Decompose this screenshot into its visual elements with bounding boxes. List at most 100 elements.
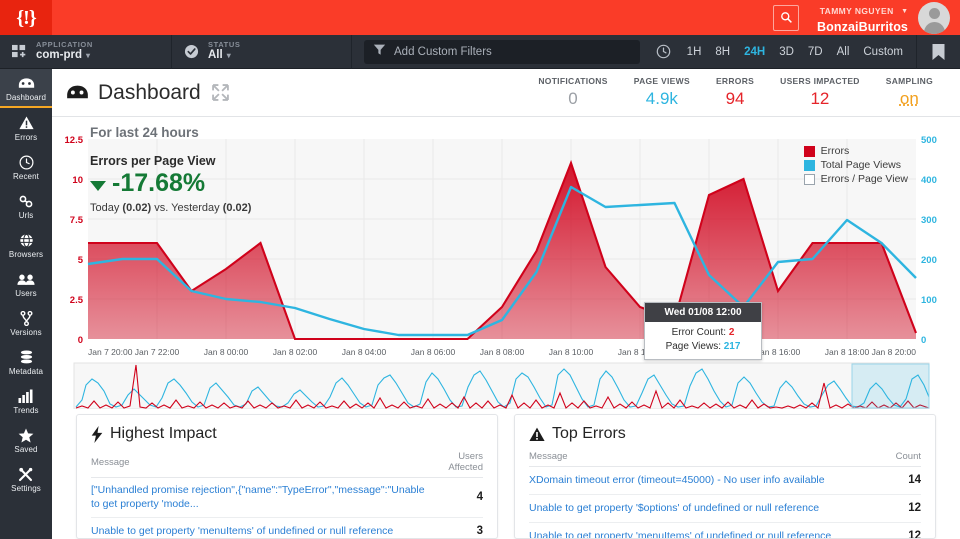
time-range-24h[interactable]: 24H <box>737 46 772 58</box>
link-chain-icon <box>18 194 34 209</box>
time-range-8h[interactable]: 8H <box>708 46 737 58</box>
table-row[interactable]: XDomain timeout error (timeout=45000) - … <box>529 466 921 495</box>
sidebar-item-settings[interactable]: Settings <box>0 459 52 498</box>
search-button[interactable] <box>773 4 799 31</box>
tooltip-error-count: Error Count: 2 <box>651 326 755 340</box>
stat-label-notifications: NOTIFICATIONS <box>538 76 608 87</box>
table-row[interactable]: Unable to get property 'menuItems' of un… <box>529 522 921 538</box>
sidebar-label-users: Users <box>15 288 37 298</box>
svg-text:Jan 8 06:00: Jan 8 06:00 <box>411 347 456 357</box>
svg-text:Jan 8 20:00: Jan 8 20:00 <box>872 347 917 357</box>
user-menu[interactable]: TAMMY NGUYEN ▼ BonzaiBurritos <box>817 1 908 34</box>
user-name: TAMMY NGUYEN <box>819 6 894 17</box>
sidebar-item-versions[interactable]: Versions <box>0 303 52 342</box>
page-header: Dashboard NOTIFICATIONS 0 PAGE VIEWS 4.9… <box>52 69 960 117</box>
custom-filters-input[interactable] <box>364 39 640 64</box>
chevron-down-icon: ▾ <box>226 51 231 61</box>
table-header-row: Message Users Affected <box>91 449 483 478</box>
table-row[interactable]: ["Unhandled promise rejection",{"name":"… <box>91 477 483 519</box>
highest-impact-card: Highest Impact Message Users Affected ["… <box>76 414 498 539</box>
navigator-selection <box>851 363 930 409</box>
sidebar-item-metadata[interactable]: Metadata <box>0 342 52 381</box>
dashboard-gauge-icon <box>18 76 35 91</box>
stat-users-impacted[interactable]: USERS IMPACTED 12 <box>767 77 873 108</box>
bookmark-button[interactable] <box>916 34 960 69</box>
svg-text:5: 5 <box>78 255 84 266</box>
callout-today-value: (0.02) <box>122 202 152 214</box>
star-icon <box>18 428 34 443</box>
stat-value-notifications: 0 <box>568 88 578 108</box>
filter-bar: APPLICATION com-prd ▾ STATUS All ▾ Add C… <box>0 34 960 69</box>
sidebar-item-urls[interactable]: Urls <box>0 186 52 225</box>
svg-text:Jan 8 10:00: Jan 8 10:00 <box>549 347 594 357</box>
bookmark-icon <box>932 43 945 60</box>
stat-sampling[interactable]: SAMPLING on <box>873 77 946 108</box>
sidebar-item-users[interactable]: Users <box>0 264 52 303</box>
time-range-group: 1H 8H 24H 3D 7D All Custom <box>652 35 916 69</box>
time-range-all[interactable]: All <box>830 46 857 58</box>
tooltip-body: Error Count: 2 Page Views: 217 <box>645 322 761 359</box>
stat-page-views[interactable]: PAGE VIEWS 4.9k <box>621 77 703 108</box>
tooltip-pv-label: Page Views: <box>665 341 724 352</box>
chart-panel: For last 24 hours 12.5 10 7.5 5 2.5 0 50… <box>52 117 960 409</box>
sidebar-item-browsers[interactable]: Browsers <box>0 225 52 264</box>
legend-label-errors: Errors <box>820 145 850 157</box>
time-range-7d[interactable]: 7D <box>801 46 830 58</box>
expand-arrows-icon[interactable] <box>211 84 229 101</box>
callout-percent: -17.68% <box>112 169 206 197</box>
row-message[interactable]: ["Unhandled promise rejection",{"name":"… <box>91 477 427 519</box>
callout-subtext: Today (0.02) vs. Yesterday (0.02) <box>90 202 251 214</box>
svg-text:0: 0 <box>78 335 83 346</box>
time-range-1h[interactable]: 1H <box>680 46 709 58</box>
tooltip-pv-value: 217 <box>723 341 741 352</box>
clock-icon <box>656 44 671 59</box>
sidebar-item-dashboard[interactable]: Dashboard <box>0 69 52 108</box>
custom-filters-container <box>352 39 652 64</box>
sidebar-label-trends: Trends <box>13 405 39 415</box>
svg-text:10: 10 <box>72 175 83 186</box>
status-selector[interactable]: STATUS All ▾ <box>172 34 352 69</box>
row-message[interactable]: Unable to get property 'menuItems' of un… <box>529 522 865 538</box>
svg-text:300: 300 <box>921 215 937 226</box>
row-message[interactable]: Unable to get property '$options' of und… <box>529 494 865 523</box>
table-row[interactable]: Unable to get property 'menuItems' of un… <box>91 517 483 538</box>
chart-tooltip: Wed 01/08 12:00 Error Count: 2 Page View… <box>644 302 762 360</box>
sidebar-item-trends[interactable]: Trends <box>0 381 52 420</box>
branch-icon <box>20 310 33 326</box>
app-logo[interactable]: {!} <box>0 0 52 35</box>
tools-icon <box>18 467 34 482</box>
chart-legend: Errors Total Page Views Errors / Page Vi… <box>803 145 908 187</box>
time-range-custom[interactable]: Custom <box>856 46 910 58</box>
sidebar-item-saved[interactable]: Saved <box>0 420 52 459</box>
sidebar-item-recent[interactable]: Recent <box>0 147 52 186</box>
stat-errors[interactable]: ERRORS 94 <box>703 77 767 108</box>
check-circle-icon <box>184 44 199 59</box>
tooltip-header: Wed 01/08 12:00 <box>645 303 761 322</box>
svg-text:Jan 8 02:00: Jan 8 02:00 <box>273 347 318 357</box>
legend-item-errors[interactable]: Errors <box>803 145 908 157</box>
svg-text:100: 100 <box>921 295 937 306</box>
sidebar-label-errors: Errors <box>14 132 38 142</box>
legend-item-total-page-views[interactable]: Total Page Views <box>803 159 908 171</box>
sidebar-label-dashboard: Dashboard <box>5 92 47 102</box>
sidebar-label-browsers: Browsers <box>8 249 44 259</box>
application-selector[interactable]: APPLICATION com-prd ▾ <box>0 34 172 69</box>
svg-text:Jan 7 20:00: Jan 7 20:00 <box>88 347 133 357</box>
row-message[interactable]: XDomain timeout error (timeout=45000) - … <box>529 466 865 495</box>
svg-text:Jan 8 16:00: Jan 8 16:00 <box>756 347 801 357</box>
time-range-3d[interactable]: 3D <box>772 46 801 58</box>
y-axis-right-labels: 500 400 300 200 100 0 <box>921 135 937 346</box>
stat-notifications[interactable]: NOTIFICATIONS 0 <box>525 77 620 108</box>
top-errors-table: Message Count XDomain timeout error (tim… <box>529 449 921 538</box>
callout-today-prefix: Today <box>90 202 123 214</box>
avatar[interactable] <box>918 1 950 34</box>
highest-impact-title: Highest Impact <box>110 425 217 442</box>
row-value: 12 <box>865 494 921 523</box>
table-row[interactable]: Unable to get property '$options' of und… <box>529 494 921 523</box>
legend-item-errors-per-page-view[interactable]: Errors / Page View <box>803 173 908 185</box>
row-message[interactable]: Unable to get property 'menuItems' of un… <box>91 517 427 538</box>
tooltip-error-value: 2 <box>728 327 735 338</box>
stats-group: NOTIFICATIONS 0 PAGE VIEWS 4.9k ERRORS 9… <box>525 77 946 108</box>
chevron-down-icon: ▼ <box>901 8 908 16</box>
sidebar-item-errors[interactable]: Errors <box>0 108 52 147</box>
